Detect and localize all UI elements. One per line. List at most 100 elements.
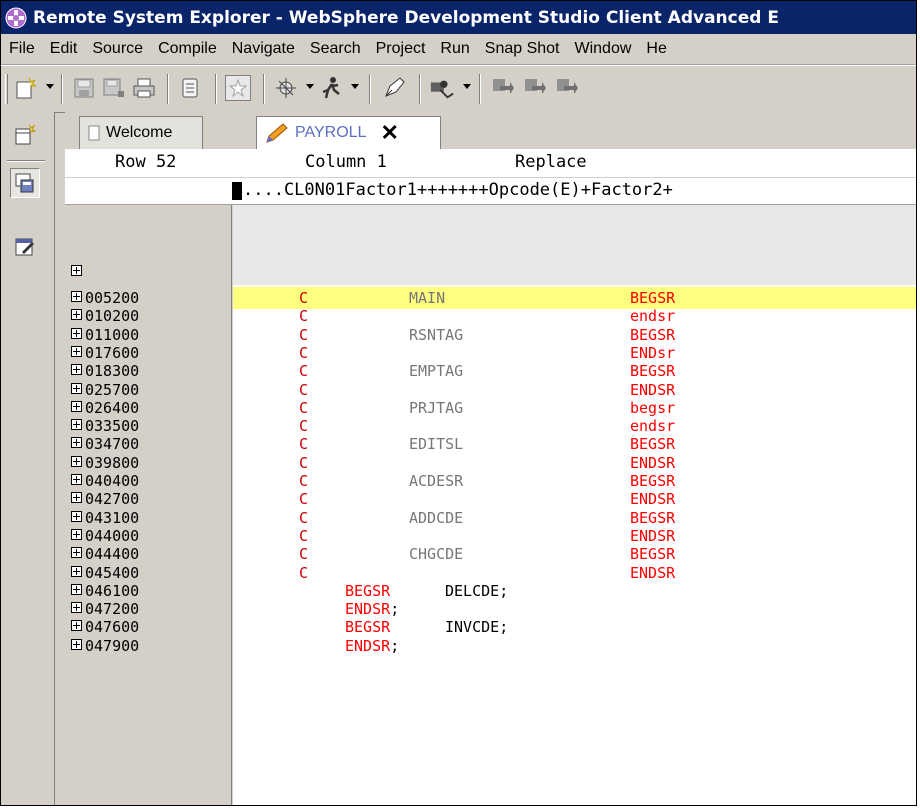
- code-editor[interactable]: 005200 C MAIN BEGSR 010200 Cendsr 011000 C RSNTA…: [65, 205, 916, 805]
- expand-icon[interactable]: [71, 547, 82, 559]
- code-row[interactable]: 026400 C PRJTAG begsr: [65, 399, 916, 417]
- sequence-number: 033500: [85, 417, 140, 436]
- code-row[interactable]: 011000 C RSNTAG BEGSR: [65, 326, 916, 344]
- save-icon[interactable]: [71, 75, 97, 101]
- expand-icon[interactable]: [71, 437, 82, 449]
- code-row[interactable]: 005200 C MAIN BEGSR: [65, 287, 916, 309]
- expand-icon[interactable]: [71, 309, 82, 321]
- code-row[interactable]: 042700 C ENDSR: [65, 490, 916, 508]
- toolbar-handle[interactable]: [5, 74, 8, 104]
- code-row[interactable]: 046100 BEGSR DELCDE;: [65, 582, 916, 600]
- code-row[interactable]: 039800 C ENDSR: [65, 454, 916, 472]
- debug-dropdown-arrow[interactable]: [306, 84, 314, 89]
- menu-help[interactable]: He: [638, 40, 673, 58]
- code-row[interactable]: 047200 ENDSR;: [65, 600, 916, 619]
- sequence-number: 034700: [85, 435, 140, 454]
- menu-source[interactable]: Source: [84, 40, 150, 58]
- bookmark-icon[interactable]: [225, 75, 251, 101]
- sequence-number: 044000: [85, 526, 140, 545]
- expand-icon[interactable]: [71, 638, 82, 650]
- page-icon: [88, 125, 100, 141]
- opcode: BEGSR: [630, 545, 676, 564]
- run-dropdown-arrow[interactable]: [351, 84, 359, 89]
- menu-navigate[interactable]: Navigate: [224, 40, 302, 58]
- run-icon[interactable]: [318, 75, 344, 101]
- expand-icon[interactable]: [71, 364, 82, 376]
- menu-run[interactable]: Run: [432, 40, 476, 58]
- toolbar-separator: [419, 74, 421, 104]
- statement-terminator: ;: [390, 600, 400, 619]
- next-annotation-icon[interactable]: [521, 75, 547, 101]
- factor1: CHGCDE: [409, 545, 464, 564]
- edit-perspective-icon[interactable]: [10, 232, 40, 262]
- perspective-separator: [7, 160, 45, 162]
- expand-icon[interactable]: [71, 620, 82, 632]
- expand-icon[interactable]: [71, 510, 82, 522]
- menu-compile[interactable]: Compile: [150, 40, 224, 58]
- code-row[interactable]: 047900 ENDSR;: [65, 636, 916, 655]
- external-tools-dropdown-arrow[interactable]: [463, 84, 471, 89]
- expand-icon[interactable]: [71, 492, 82, 504]
- expand-icon[interactable]: [71, 419, 82, 431]
- menu-search[interactable]: Search: [302, 40, 368, 58]
- last-edit-icon[interactable]: [553, 75, 579, 101]
- expand-icon[interactable]: [71, 382, 82, 394]
- expand-icon[interactable]: [71, 455, 82, 467]
- expand-icon[interactable]: [71, 565, 82, 577]
- menu-edit[interactable]: Edit: [42, 40, 85, 58]
- code-row[interactable]: 040400 C ACDESR BEGSR: [65, 472, 916, 490]
- expand-icon[interactable]: [71, 265, 82, 276]
- spec-type: C: [299, 343, 309, 362]
- previous-annotation-icon[interactable]: [489, 75, 515, 101]
- toolbar-separator: [167, 74, 169, 104]
- opcode: BEGSR: [630, 435, 676, 454]
- expand-icon[interactable]: [71, 400, 82, 412]
- code-row[interactable]: 010200 Cendsr: [65, 307, 916, 325]
- code-row[interactable]: 033500 Cendsr: [65, 417, 916, 436]
- menu-window[interactable]: Window: [567, 40, 639, 58]
- code-row[interactable]: 043100 C ADDCDE BEGSR: [65, 509, 916, 527]
- new-dropdown-arrow[interactable]: [46, 84, 54, 89]
- properties-icon[interactable]: [177, 75, 203, 101]
- code-row[interactable]: 025700 C ENDSR: [65, 381, 916, 399]
- code-row[interactable]: 034700 C EDITSL BEGSR: [65, 435, 916, 454]
- code-row[interactable]: 047600 BEGSR INVCDE;: [65, 618, 916, 636]
- external-tools-icon[interactable]: [429, 75, 455, 101]
- tab-payroll[interactable]: PAYROLL ✕: [256, 116, 441, 149]
- text-cursor: [232, 182, 242, 200]
- print-icon[interactable]: [131, 75, 157, 101]
- statement-terminator: ;: [390, 636, 400, 655]
- opcode: BEGSR: [630, 289, 676, 307]
- expand-icon[interactable]: [71, 602, 82, 614]
- opcode: BEGSR: [630, 472, 676, 490]
- menu-snap-shot[interactable]: Snap Shot: [477, 40, 567, 58]
- expand-icon[interactable]: [71, 528, 82, 540]
- editor-tab-strip: Welcome PAYROLL ✕: [65, 112, 916, 149]
- code-row[interactable]: 017600 C ENDsr: [65, 343, 916, 362]
- tab-welcome-label: Welcome: [106, 124, 173, 141]
- menu-project[interactable]: Project: [368, 40, 433, 58]
- expand-icon[interactable]: [71, 345, 82, 357]
- editor-status-line: Row 52 Column 1 Replace: [65, 149, 916, 177]
- pen-icon[interactable]: [381, 75, 407, 101]
- toolbar-separator: [479, 74, 481, 104]
- menu-file[interactable]: File: [1, 40, 42, 58]
- window-title: Remote System Explorer - WebSphere Devel…: [33, 7, 779, 28]
- debug-icon[interactable]: [273, 75, 299, 101]
- code-row[interactable]: 044400 C CHGCDE BEGSR: [65, 545, 916, 564]
- tab-welcome[interactable]: Welcome: [79, 116, 203, 149]
- expand-icon[interactable]: [71, 583, 82, 595]
- expand-icon[interactable]: [71, 291, 82, 302]
- code-row[interactable]: 044000 C ENDSR: [65, 526, 916, 545]
- code-row[interactable]: 018300 C EMPTAG BEGSR: [65, 362, 916, 380]
- open-perspective-icon[interactable]: [10, 120, 40, 150]
- save-all-icon[interactable]: [101, 75, 127, 101]
- new-wizard-icon[interactable]: [13, 75, 39, 101]
- edit-pencil-icon: [266, 123, 288, 143]
- code-row[interactable]: 045400 C ENDSR: [65, 564, 916, 582]
- expand-icon[interactable]: [71, 327, 82, 339]
- spec-type: C: [299, 435, 309, 454]
- close-icon[interactable]: ✕: [380, 122, 398, 144]
- rse-perspective-icon[interactable]: [10, 168, 40, 198]
- expand-icon[interactable]: [71, 474, 82, 485]
